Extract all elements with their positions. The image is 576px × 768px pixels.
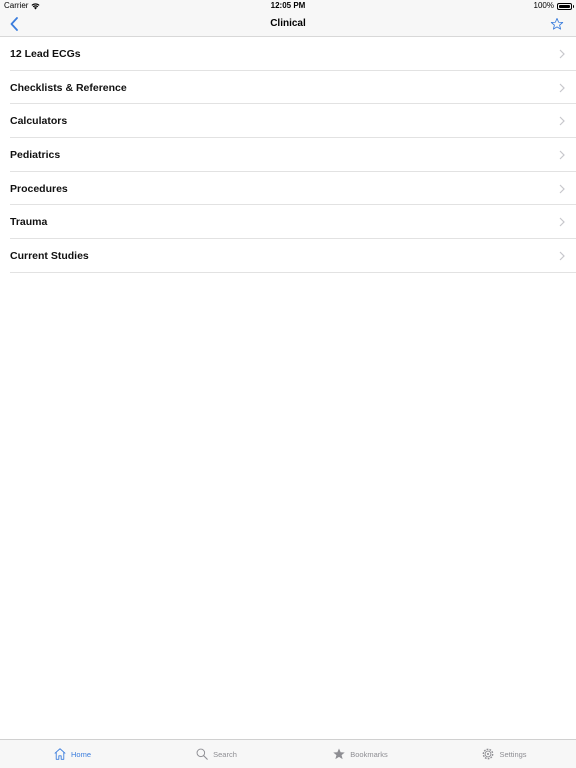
chevron-right-icon xyxy=(559,150,565,160)
home-icon xyxy=(54,748,66,760)
chevron-right-icon xyxy=(559,184,565,194)
battery-icon xyxy=(557,2,574,10)
menu-list: 12 Lead ECGs Checklists & Reference Calc… xyxy=(0,37,576,273)
gear-icon xyxy=(483,748,494,760)
battery-percent: 100% xyxy=(533,1,554,10)
chevron-right-icon xyxy=(559,251,565,261)
star-filled-icon xyxy=(333,748,345,760)
battery-fill xyxy=(559,4,570,8)
status-bar: Carrier 12:05 PM 100% xyxy=(0,0,576,12)
chevron-right-icon xyxy=(559,217,565,227)
tab-home-label: Home xyxy=(70,749,91,759)
tab-home[interactable]: Home xyxy=(0,740,144,768)
list-item-checklists-reference[interactable]: Checklists & Reference xyxy=(0,71,576,105)
tab-bookmarks-label: Bookmarks xyxy=(350,749,388,759)
list-item-label: Procedures xyxy=(10,182,68,195)
navigation-bar: Clinical xyxy=(0,12,576,37)
list-item-label: Calculators xyxy=(10,115,68,128)
list-item-12-lead-ecgs[interactable]: 12 Lead ECGs xyxy=(0,37,576,71)
list-item-pediatrics[interactable]: Pediatrics xyxy=(0,138,576,172)
screen: Carrier 12:05 PM 100% Clinical 12 Lead E… xyxy=(0,0,576,768)
tab-bookmarks[interactable]: Bookmarks xyxy=(288,740,432,768)
tab-bar: Home Search Bookmarks Settings xyxy=(0,739,576,768)
tab-search[interactable]: Search xyxy=(144,740,288,768)
battery-group: 100% xyxy=(533,0,574,12)
bookmark-button[interactable] xyxy=(548,15,566,33)
tab-settings-label: Settings xyxy=(499,749,527,759)
tab-settings[interactable]: Settings xyxy=(432,740,576,768)
list-item-trauma[interactable]: Trauma xyxy=(0,205,576,239)
list-item-label: Checklists & Reference xyxy=(10,81,127,94)
chevron-right-icon xyxy=(559,83,565,92)
list-item-label: Trauma xyxy=(10,216,48,229)
list-item-procedures[interactable]: Procedures xyxy=(0,172,576,206)
list-item-calculators[interactable]: Calculators xyxy=(0,104,576,138)
chevron-right-icon xyxy=(559,116,565,126)
list-item-label: Current Studies xyxy=(10,249,89,262)
list-item-label: 12 Lead ECGs xyxy=(10,47,81,60)
search-icon xyxy=(196,748,208,760)
star-outline-icon xyxy=(550,18,564,30)
chevron-right-icon xyxy=(559,49,565,59)
tab-search-label: Search xyxy=(213,749,237,759)
list-item-label: Pediatrics xyxy=(10,148,61,161)
status-time: 12:05 PM xyxy=(270,1,306,10)
list-item-current-studies[interactable]: Current Studies xyxy=(0,239,576,273)
page-title: Clinical xyxy=(270,18,306,29)
